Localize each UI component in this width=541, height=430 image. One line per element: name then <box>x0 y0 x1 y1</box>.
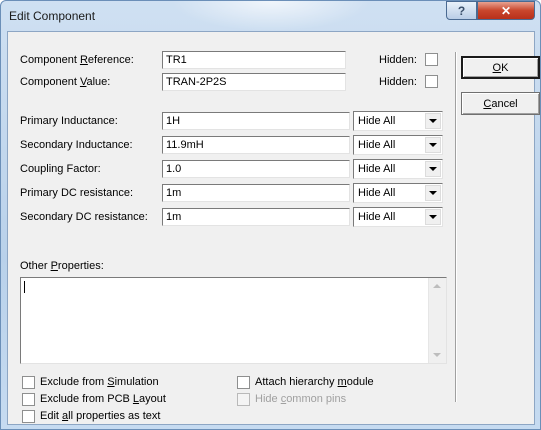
property-label: Secondary Inductance: <box>20 139 133 151</box>
dropdown-arrow-icon[interactable] <box>425 209 441 225</box>
vertical-separator <box>455 52 456 402</box>
attach-hierarchy-label[interactable]: Attach hierarchy module <box>255 376 374 388</box>
primary-dc-resistance-visibility-select[interactable]: Hide All <box>353 183 443 203</box>
exclude-simulation-checkbox[interactable] <box>22 376 35 389</box>
coupling-factor-visibility-select[interactable]: Hide All <box>353 159 443 179</box>
dropdown-arrow-icon[interactable] <box>425 113 441 129</box>
help-icon: ? <box>457 3 466 18</box>
select-value: Hide All <box>358 139 396 151</box>
ok-button-label: OK <box>492 61 509 74</box>
reference-hidden-checkbox[interactable] <box>425 53 438 66</box>
secondary-inductance-input[interactable]: 11.9mH <box>162 136 350 154</box>
coupling-factor-input[interactable]: 1.0 <box>162 160 350 178</box>
reference-hidden-label: Hidden: <box>379 54 417 66</box>
close-button[interactable]: ✕ <box>477 1 535 20</box>
component-value-input[interactable]: TRAN-2P2S <box>162 73 346 91</box>
secondary-dc-resistance-input[interactable]: 1m <box>162 208 350 226</box>
primary-dc-resistance-input[interactable]: 1m <box>162 184 350 202</box>
primary-inductance-input[interactable]: 1H <box>162 112 350 130</box>
exclude-pcb-layout-checkbox[interactable] <box>22 393 35 406</box>
edit-component-dialog: Edit Component ? ✕ Component Reference: … <box>0 0 541 430</box>
dropdown-arrow-icon[interactable] <box>425 161 441 177</box>
help-button[interactable]: ? <box>446 1 477 20</box>
exclude-pcb-layout-label[interactable]: Exclude from PCB Layout <box>40 393 166 405</box>
dropdown-arrow-icon[interactable] <box>425 185 441 201</box>
exclude-simulation-label[interactable]: Exclude from Simulation <box>40 376 159 388</box>
other-properties-label: Other Properties: <box>20 260 104 272</box>
edit-all-properties-checkbox[interactable] <box>22 410 35 423</box>
property-label: Primary Inductance: <box>20 115 118 127</box>
secondary-inductance-visibility-select[interactable]: Hide All <box>353 135 443 155</box>
select-value: Hide All <box>358 187 396 199</box>
title-glow <box>171 1 371 31</box>
dialog-body: Component Reference: TR1 Hidden: Compone… <box>7 31 540 425</box>
property-label: Primary DC resistance: <box>20 187 134 199</box>
dropdown-arrow-icon[interactable] <box>425 137 441 153</box>
close-icon: ✕ <box>500 3 512 18</box>
component-reference-input[interactable]: TR1 <box>162 51 346 69</box>
value-hidden-label: Hidden: <box>379 76 417 88</box>
primary-inductance-visibility-select[interactable]: Hide All <box>353 111 443 131</box>
hide-common-pins-checkbox <box>237 393 250 406</box>
ok-button[interactable]: OK <box>461 56 540 79</box>
secondary-dc-resistance-visibility-select[interactable]: Hide All <box>353 207 443 227</box>
other-properties-textarea[interactable] <box>20 277 447 364</box>
scroll-down-icon[interactable] <box>433 353 441 357</box>
cancel-button-label: Cancel <box>483 97 518 110</box>
window-title: Edit Component <box>9 9 96 23</box>
value-hidden-checkbox[interactable] <box>425 75 438 88</box>
attach-hierarchy-checkbox[interactable] <box>237 376 250 389</box>
scroll-up-icon[interactable] <box>433 284 441 288</box>
vertical-scrollbar[interactable] <box>428 278 446 363</box>
select-value: Hide All <box>358 211 396 223</box>
hide-common-pins-label: Hide common pins <box>255 393 347 405</box>
property-label: Secondary DC resistance: <box>20 211 148 223</box>
select-value: Hide All <box>358 115 396 127</box>
edit-all-properties-label[interactable]: Edit all properties as text <box>40 410 160 422</box>
cancel-button[interactable]: Cancel <box>461 92 540 115</box>
select-value: Hide All <box>358 163 396 175</box>
text-caret <box>24 281 25 293</box>
component-value-label: Component Value: <box>20 76 111 88</box>
title-bar[interactable]: Edit Component ? ✕ <box>1 1 540 31</box>
property-label: Coupling Factor: <box>20 163 101 175</box>
component-reference-label: Component Reference: <box>20 54 134 66</box>
